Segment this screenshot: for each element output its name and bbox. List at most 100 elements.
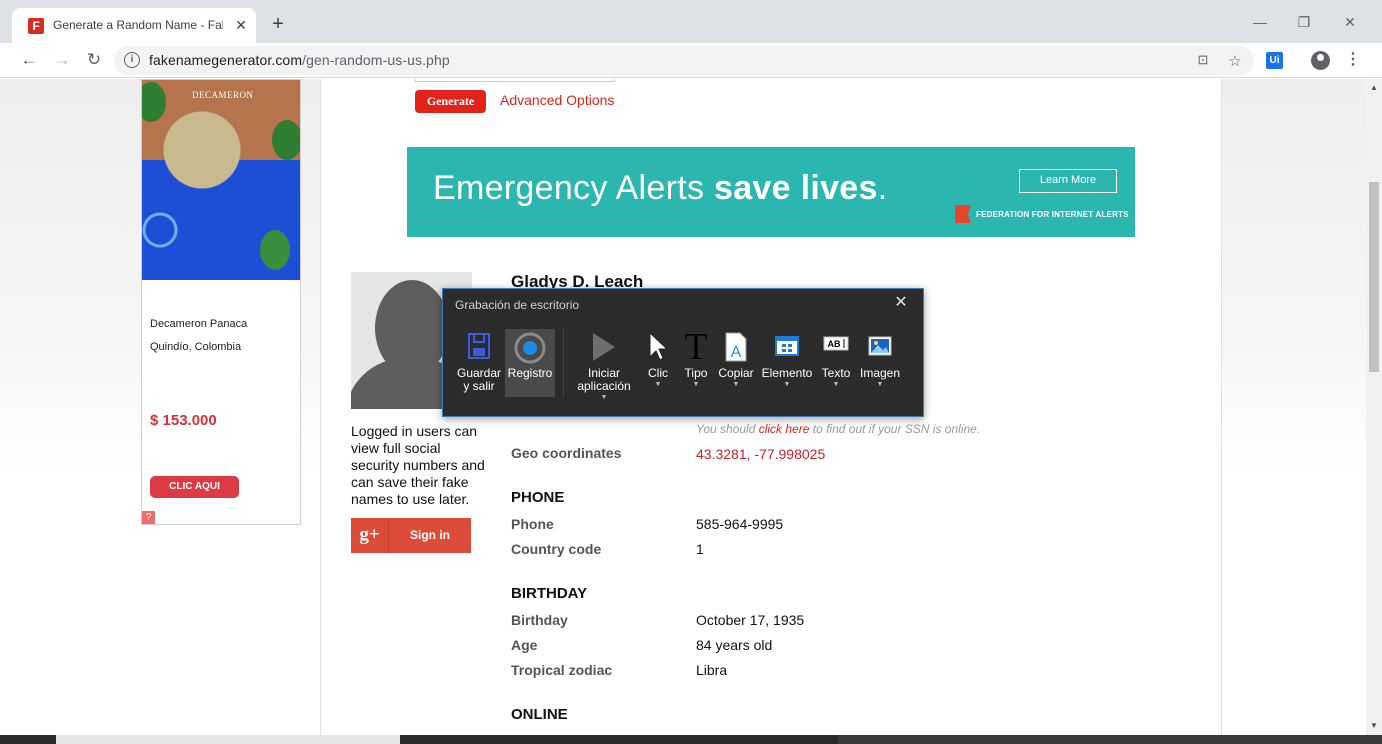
birthday-value: October 17, 1935 [696,612,805,628]
new-tab-icon[interactable]: + [268,14,288,34]
record-button[interactable]: Registro [505,329,555,397]
decameron-logo: DECAMERON [192,90,254,100]
phone-label: Phone [511,516,554,532]
type-label: Tipo [684,366,708,380]
birthday-label: Birthday [511,612,568,628]
dialog-close-icon[interactable]: ✕ [892,294,910,312]
browser-toolbar: ← → ↻ i fakenamegenerator.com/gen-random… [0,43,1382,78]
copy-label: Copiar [718,366,754,380]
bookmark-star-icon[interactable]: ☆ [1226,52,1244,70]
text-button[interactable]: AB Texto ▼ [819,329,853,397]
login-note: Logged in users can view full social sec… [351,423,485,507]
address-bar[interactable]: i fakenamegenerator.com/gen-random-us-us… [114,46,1254,75]
google-plus-icon: g+ [351,518,389,553]
desktop-recording-dialog: Grabación de escritorio ✕ Guardar y sali… [442,288,924,417]
browser-tab[interactable]: F Generate a Random Name - Fake ✕ [12,8,256,43]
text-field-icon: AB [819,331,853,363]
ssn-note: You should click here to find out if you… [696,422,981,436]
google-signin-button[interactable]: g+ Sign in [351,518,471,553]
google-signin-label: Sign in [410,528,450,542]
record-label: Registro [507,366,553,380]
window-close-icon[interactable]: ✕ [1340,12,1360,32]
svg-text:A: A [731,344,742,361]
click-label: Clic [648,366,668,380]
forward-icon[interactable]: → [51,49,73,71]
minimize-icon[interactable]: — [1250,12,1270,32]
chevron-down-icon: ▼ [783,381,791,388]
flag-icon [955,205,971,223]
geo-coordinates-label: Geo coordinates [511,445,622,461]
element-button[interactable]: Elemento ▼ [759,329,815,397]
text-label: Texto [821,366,851,380]
translate-icon[interactable]: ⊡ [1194,52,1212,68]
advanced-options-link[interactable]: Advanced Options [500,92,614,108]
info-icon[interactable]: i [124,52,140,68]
site-favicon-icon: F [28,18,44,34]
start-application-button[interactable]: Iniciar aplicación ▼ [571,329,637,401]
phone-value: 585-964-9995 [696,516,784,532]
birthday-section-title: BIRTHDAY [511,585,588,602]
page-background-right [1222,79,1366,735]
back-icon[interactable]: ← [18,49,40,71]
tab-title: Generate a Random Name - Fake [53,18,223,32]
page-scrollbar[interactable]: ▲ ▼ [1366,79,1382,735]
scroll-up-icon[interactable]: ▲ [1369,83,1379,92]
banner-org-name: FEDERATION FOR INTERNET ALERTS [976,210,1129,219]
play-icon [571,331,637,363]
tropical-zodiac-label: Tropical zodiac [511,662,613,678]
country-code-label: Country code [511,541,602,557]
chevron-down-icon: ▼ [692,381,700,388]
geo-coordinates-value[interactable]: 43.3281, -77.998025 [696,446,825,462]
save-disk-icon [454,331,504,363]
ad-cta-button[interactable]: CLIC AQUI [150,476,239,498]
dialog-separator [563,329,564,397]
generate-button[interactable]: Generate [415,90,486,113]
hotel-pool-image: DECAMERON [142,80,300,280]
element-label: Elemento [761,366,813,380]
image-label: Imagen [859,366,901,380]
type-t-icon: T [684,326,708,368]
age-value: 84 years old [696,637,773,653]
ssn-click-here-link[interactable]: click here [759,422,810,436]
copy-button[interactable]: A Copiar ▼ [717,329,755,397]
emergency-alerts-banner[interactable]: Emergency Alerts save lives. Learn More … [407,147,1135,237]
name-select-field[interactable] [415,79,615,82]
save-and-exit-button[interactable]: Guardar y salir [454,329,504,397]
chevron-down-icon: ▼ [832,381,840,388]
taskbar-edge [0,735,1382,744]
ad-price: $ 153.000 [150,412,217,429]
chevron-down-icon: ▼ [600,394,608,401]
chevron-down-icon: ▼ [876,381,884,388]
reload-icon[interactable]: ↻ [83,49,105,71]
save-and-exit-label: Guardar y salir [456,366,502,393]
tab-close-icon[interactable]: ✕ [232,16,250,34]
svg-text:AB: AB [828,339,841,349]
click-button[interactable]: Clic ▼ [642,329,674,397]
profile-icon[interactable] [1311,51,1330,70]
uipath-extension-icon[interactable]: Ui [1266,52,1283,69]
restore-icon[interactable]: ❐ [1294,12,1314,32]
type-button[interactable]: T Tipo ▼ [680,326,712,397]
scroll-thumb[interactable] [1369,182,1379,372]
dialog-title: Grabación de escritorio [455,298,580,312]
ad-hotel-name: Decameron Panaca [150,318,248,330]
banner-headline: Emergency Alerts save lives. [433,169,888,207]
learn-more-button[interactable]: Learn More [1019,169,1117,193]
scroll-down-icon[interactable]: ▼ [1369,721,1379,730]
address-url: fakenamegenerator.com/gen-random-us-us.p… [149,52,450,68]
phone-section-title: PHONE [511,489,565,506]
tab-strip: F Generate a Random Name - Fake ✕ + — ❐ … [0,0,1382,43]
chevron-down-icon: ▼ [732,381,740,388]
age-label: Age [511,637,538,653]
ad-location: Quindío, Colombia [150,341,242,353]
image-icon [857,331,903,363]
image-button[interactable]: Imagen ▼ [857,329,903,397]
side-advertisement[interactable]: DECAMERON Decameron Panaca Quindío, Colo… [141,79,301,525]
element-window-icon [759,331,815,363]
menu-kebab-icon[interactable]: ⋮ [1345,49,1361,69]
tropical-zodiac-value: Libra [696,662,728,678]
start-application-label: Iniciar aplicación [577,366,631,393]
country-code-value: 1 [696,541,704,557]
copy-document-icon: A [717,331,755,363]
ad-help-icon[interactable]: ? [142,511,155,524]
